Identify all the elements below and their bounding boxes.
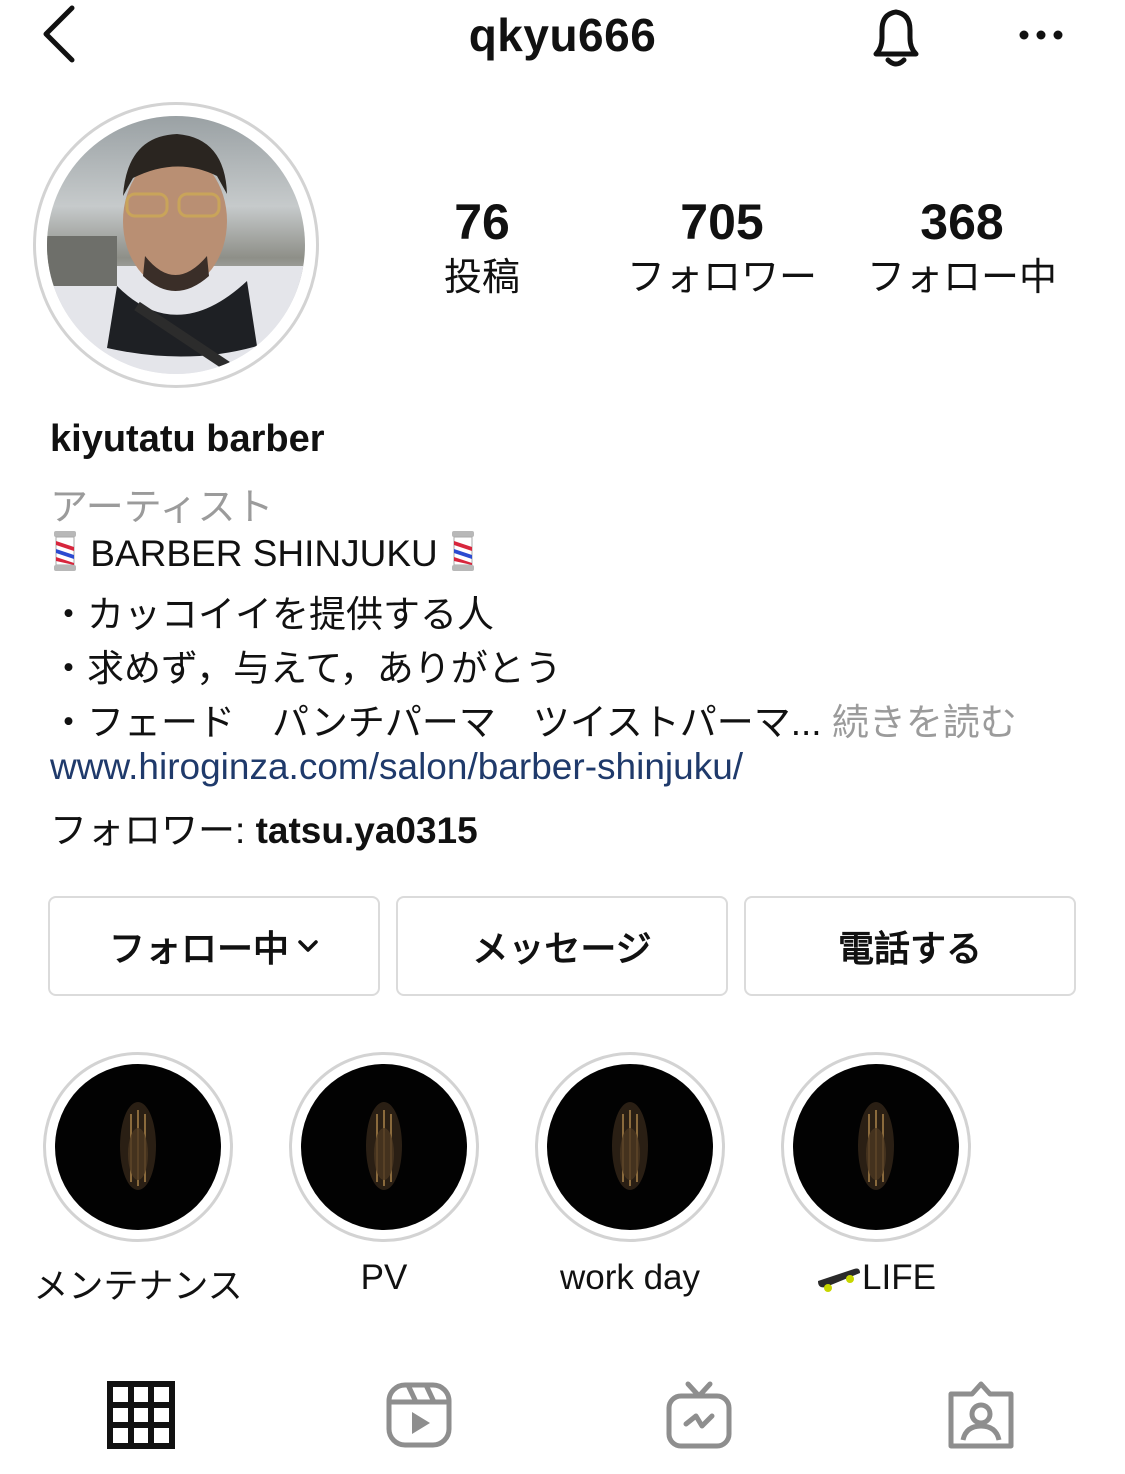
reels-icon[interactable]: [384, 1380, 454, 1450]
barber-pole-icon: [452, 531, 475, 571]
more-options-icon[interactable]: [1016, 20, 1066, 50]
grid-icon[interactable]: [106, 1380, 176, 1450]
following-button[interactable]: フォロー中: [48, 896, 380, 996]
skateboard-icon: [818, 1268, 861, 1292]
message-button[interactable]: メッセージ: [396, 896, 728, 996]
bio-line: ・カッコイイを提供する人: [50, 594, 494, 635]
highlight-label: LIFE: [862, 1258, 936, 1297]
stat-following[interactable]: 368 フォロー中: [842, 192, 1082, 302]
highlight-cover[interactable]: [301, 1064, 467, 1230]
highlight-label: メンテナンス: [33, 1267, 243, 1306]
read-more-link[interactable]: 続きを読む: [822, 702, 1017, 743]
followed-by-username[interactable]: tatsu.ya0315: [256, 810, 478, 851]
igtv-icon[interactable]: [664, 1380, 734, 1450]
posts-count: 76: [454, 194, 510, 250]
highlight-label-life: LIFE: [753, 1258, 999, 1298]
followers-count: 705: [680, 194, 764, 250]
following-label: フォロー中: [866, 257, 1057, 299]
light-bulb-icon: [366, 1102, 402, 1190]
bio-line: ・求めず，与えて，ありがとう: [50, 648, 562, 689]
tagged-icon[interactable]: [946, 1380, 1016, 1450]
avatar-photo: [47, 134, 305, 374]
light-bulb-icon: [120, 1102, 156, 1190]
bio-title: BARBER SHINJUKU: [80, 533, 449, 574]
following-count: 368: [920, 194, 1004, 250]
website-link[interactable]: www.hiroginza.com/salon/barber-shinjuku/: [50, 746, 743, 788]
highlight-cover[interactable]: [547, 1064, 713, 1230]
light-bulb-icon: [858, 1102, 894, 1190]
call-button[interactable]: 電話する: [744, 896, 1076, 996]
posts-label: 投稿: [443, 257, 520, 299]
bell-icon[interactable]: [862, 4, 930, 72]
followed-by[interactable]: フォロワー: tatsu.ya0315: [50, 800, 478, 854]
followers-label: フォロワー: [626, 257, 817, 299]
highlight-cover[interactable]: [55, 1064, 221, 1230]
display-name: kiyutatu barber: [50, 418, 325, 460]
bio-title-line: BARBER SHINJUKU: [50, 530, 478, 575]
followed-by-prefix: フォロワー:: [50, 810, 256, 851]
stat-posts[interactable]: 76 投稿: [362, 192, 602, 302]
stat-followers[interactable]: 705 フォロワー: [602, 192, 842, 302]
profile-username: qkyu666: [468, 9, 657, 61]
highlight-cover[interactable]: [793, 1064, 959, 1230]
bio-line: ・フェード パンチパーマ ツイストパーマ...: [50, 702, 822, 743]
profile-category: アーティスト: [50, 487, 274, 529]
chevron-down-icon: [298, 940, 318, 952]
barber-pole-icon: [54, 531, 76, 571]
highlight-label: work day: [559, 1258, 701, 1297]
bio-line-truncated: ・フェード パンチパーマ ツイストパーマ... 続きを読む: [50, 692, 1017, 746]
highlight-label: PV: [360, 1258, 408, 1297]
light-bulb-icon: [612, 1102, 648, 1190]
following-button-label: フォロー中: [108, 928, 289, 969]
profile-avatar[interactable]: [47, 116, 305, 374]
